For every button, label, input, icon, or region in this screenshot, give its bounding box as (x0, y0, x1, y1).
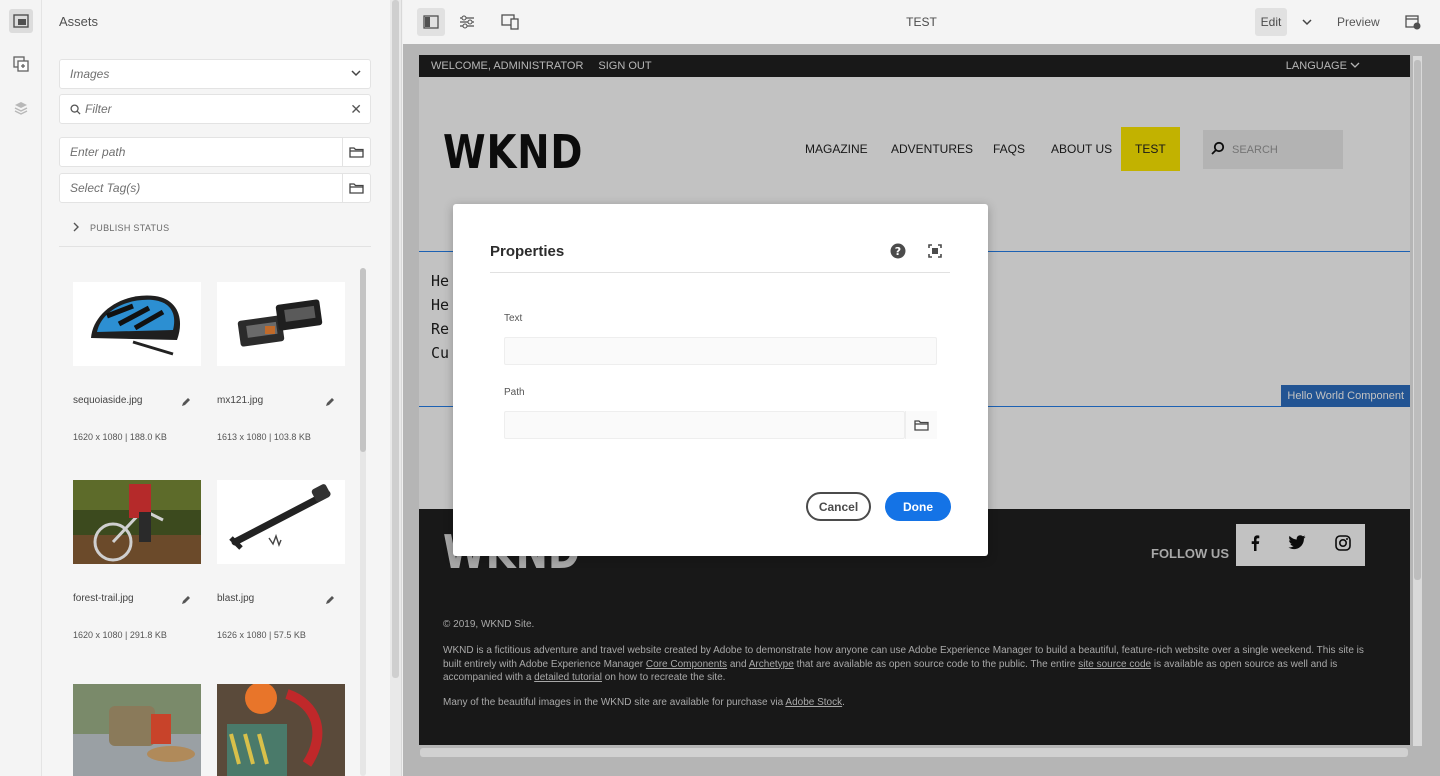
edit-icon[interactable] (181, 394, 191, 412)
layers-icon[interactable] (9, 96, 33, 120)
assets-scrollbar-thumb[interactable] (360, 268, 366, 452)
path-placeholder: Enter path (70, 145, 126, 159)
components-icon[interactable] (9, 52, 33, 76)
asset-thumbnail[interactable] (217, 480, 345, 564)
edit-icon[interactable] (325, 592, 335, 610)
svg-text:?: ? (895, 245, 901, 258)
path-input[interactable]: Enter path (59, 137, 371, 167)
asset-thumbnail[interactable] (73, 282, 201, 366)
dialog-title: Properties (490, 243, 565, 260)
assets-title: Assets (59, 14, 99, 29)
folder-browse-icon[interactable] (342, 174, 370, 202)
filter-input[interactable]: Filter ✕ (59, 94, 371, 124)
panel-resize-strip[interactable] (390, 0, 402, 776)
assets-icon[interactable] (9, 9, 33, 33)
asset-thumbnail[interactable] (217, 282, 345, 366)
asset-thumbnail[interactable] (217, 684, 345, 776)
asset-name: sequoiaside.jpg (73, 395, 143, 406)
text-field[interactable] (504, 337, 937, 365)
asset-name: blast.jpg (217, 593, 255, 604)
asset-meta: 1620 x 1080 | 291.8 KB (73, 630, 167, 640)
asset-name: forest-trail.jpg (73, 593, 134, 604)
filter-placeholder: Filter (85, 102, 112, 116)
divider (59, 246, 371, 247)
preview-button[interactable]: Preview (1337, 15, 1380, 29)
asset-type-value: Images (70, 67, 110, 81)
chevron-down-icon (350, 67, 362, 82)
text-field-label: Text (504, 313, 523, 324)
edit-mode-button[interactable]: Edit (1255, 8, 1287, 36)
asset-type-select[interactable]: Images (59, 59, 371, 89)
tags-input[interactable]: Select Tag(s) (59, 173, 371, 203)
assets-panel: Assets Images Filter ✕ Enter path Select… (42, 0, 390, 776)
chevron-right-icon (72, 222, 80, 234)
path-field[interactable] (504, 411, 905, 439)
done-button[interactable]: Done (885, 492, 951, 521)
asset-thumbnail[interactable] (73, 480, 201, 564)
cancel-button[interactable]: Cancel (806, 492, 871, 521)
chevron-down-icon[interactable] (1293, 8, 1321, 36)
clear-icon[interactable]: ✕ (350, 101, 362, 118)
folder-browse-icon[interactable] (342, 138, 370, 166)
folder-browse-icon[interactable] (905, 411, 937, 439)
fullscreen-icon[interactable] (928, 244, 942, 263)
asset-meta: 1620 x 1080 | 188.0 KB (73, 432, 167, 442)
aem-page-editor: Assets Images Filter ✕ Enter path Select… (0, 0, 1440, 776)
asset-name: mx121.jpg (217, 395, 264, 406)
edit-icon[interactable] (325, 394, 335, 412)
asset-thumbnail[interactable] (73, 684, 201, 776)
edit-icon[interactable] (181, 592, 191, 610)
publish-status-toggle[interactable]: PUBLISH STATUS (72, 222, 169, 234)
side-rail (0, 0, 42, 776)
page-vertical-scrollbar[interactable] (1413, 56, 1422, 746)
search-icon (70, 103, 81, 115)
editor-toolbar: TEST Edit Preview (403, 0, 1440, 44)
asset-meta: 1626 x 1080 | 57.5 KB (217, 630, 306, 640)
help-icon[interactable]: ? (890, 243, 906, 264)
dialog-divider (490, 272, 950, 273)
page-horizontal-scrollbar[interactable] (420, 748, 1408, 757)
asset-meta: 1613 x 1080 | 103.8 KB (217, 432, 311, 442)
properties-dialog: Properties ? Text Path Cancel Done (453, 204, 988, 556)
publish-status-label: PUBLISH STATUS (90, 223, 170, 233)
publish-page-icon[interactable] (1399, 8, 1427, 36)
path-field-label: Path (504, 387, 525, 398)
tags-placeholder: Select Tag(s) (70, 181, 141, 195)
